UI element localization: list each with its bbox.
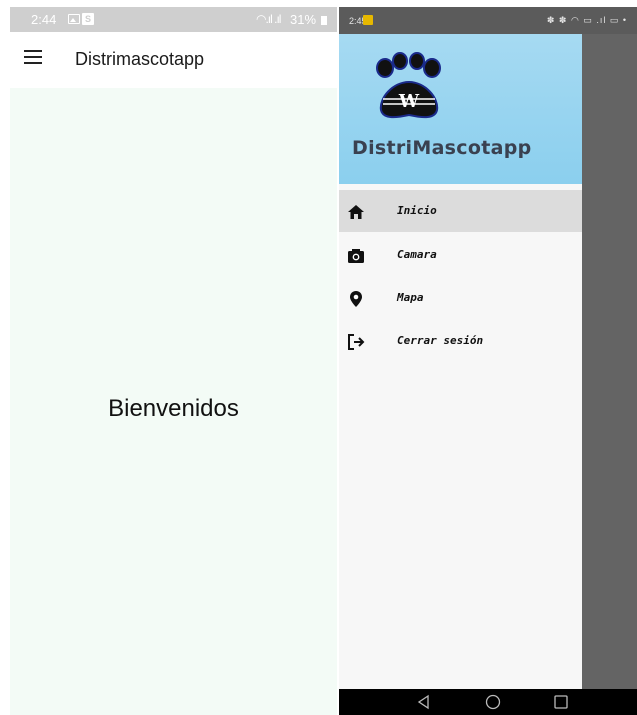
navigation-drawer: W DistriMascotapp Inicio Camara Mapa Cer…	[339, 34, 582, 689]
drawer-header: W DistriMascotapp	[339, 34, 582, 184]
home-icon	[348, 205, 364, 219]
menu-item-label: Cerrar sesión	[397, 334, 484, 347]
app-title: Distrimascotapp	[75, 49, 205, 69]
logo-letter: W	[398, 91, 420, 112]
s-app-notification-icon: S	[82, 13, 94, 25]
menu-item-camara[interactable]: Camara	[339, 234, 582, 276]
welcome-text: Bienvenidos	[108, 395, 239, 422]
home-circle-icon[interactable]	[484, 693, 502, 711]
battery-icon	[321, 16, 327, 25]
recents-icon[interactable]	[552, 693, 570, 711]
left-phone-screen: 2:44 S ◠.ıl .ıl 31% Distrimascotapp Bien…	[10, 7, 337, 715]
status-icons: ✽ ✽ ◠ ▭ .ıl ▭ •	[546, 15, 627, 25]
menu-item-mapa[interactable]: Mapa	[339, 277, 582, 319]
signal-icon: ◠.ıl .ıl	[256, 12, 282, 26]
paw-logo-icon: W	[376, 52, 441, 119]
app-bar: Distrimascotapp	[10, 32, 337, 88]
notification-icon	[363, 15, 373, 25]
camera-icon	[348, 249, 364, 263]
menu-item-label: Mapa	[397, 291, 424, 304]
back-icon[interactable]	[415, 693, 433, 711]
status-time: 2:44	[31, 12, 57, 27]
hamburger-menu-icon[interactable]	[24, 50, 42, 64]
menu-item-cerrar-sesion[interactable]: Cerrar sesión	[339, 320, 582, 362]
image-notification-icon	[68, 14, 80, 24]
logout-icon	[348, 334, 365, 350]
system-navigation-bar	[339, 689, 637, 715]
drawer-title: DistriMascotapp	[352, 137, 532, 159]
battery-percent: 31%	[290, 12, 317, 27]
drawer-scrim[interactable]	[582, 34, 637, 689]
status-bar: 2:45 ✽ ✽ ◠ ▭ .ıl ▭ •	[339, 7, 637, 34]
right-phone-screen: 2:45 ✽ ✽ ◠ ▭ .ıl ▭ • W DistriMascotapp I…	[339, 7, 637, 715]
menu-item-inicio[interactable]: Inicio	[339, 190, 582, 232]
menu-item-label: Inicio	[397, 204, 437, 217]
status-bar: 2:44 S ◠.ıl .ıl 31%	[10, 7, 337, 32]
map-pin-icon	[350, 291, 362, 307]
menu-item-label: Camara	[397, 248, 437, 261]
